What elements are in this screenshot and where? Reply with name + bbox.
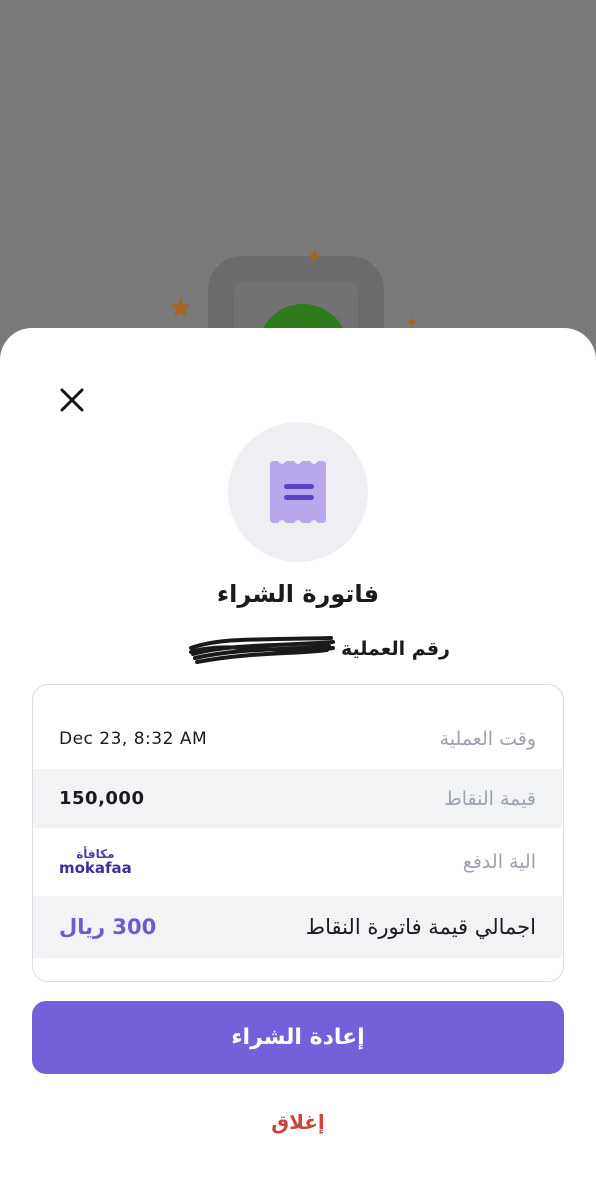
receipt-icon-container (228, 422, 368, 562)
close-link-label: إغلاق (271, 1110, 325, 1134)
page-title: فاتورة الشراء (216, 580, 380, 608)
repurchase-button[interactable]: إعادة الشراء (32, 1001, 564, 1074)
receipt-icon (270, 461, 326, 523)
sparkle-icon: ★ (168, 291, 194, 324)
sparkle-icon: ✦ (306, 244, 323, 268)
detail-row-payment: مكافأة mokafaa الية الدفع (33, 828, 562, 896)
detail-row-total: 300 ريال اجمالي قيمة فاتورة النقاط (33, 896, 562, 958)
close-button[interactable] (52, 380, 92, 420)
total-value: 300 ريال (59, 915, 157, 939)
points-value: 150,000 (59, 788, 145, 809)
points-label: قيمة النقاط (444, 787, 536, 810)
transaction-number-label: رقم العملية (340, 638, 450, 660)
mokafaa-logo: مكافأة mokafaa (59, 848, 132, 876)
close-link-button[interactable]: إغلاق (0, 1110, 596, 1134)
detail-row-points: 150,000 قيمة النقاط (33, 769, 562, 828)
payment-method-label: الية الدفع (462, 851, 536, 873)
transaction-details-card: Dec 23, 8:32 AM وقت العملية 150,000 قيمة… (32, 684, 564, 982)
time-value: Dec 23, 8:32 AM (59, 729, 208, 749)
time-label: وقت العملية (439, 728, 536, 750)
mokafaa-logo-latin: mokafaa (59, 859, 132, 877)
transaction-number-row: رقم العملية (150, 632, 450, 666)
repurchase-button-label: إعادة الشراء (231, 1025, 365, 1050)
redacted-scribble (188, 636, 335, 664)
detail-row-time: Dec 23, 8:32 AM وقت العملية (33, 709, 562, 769)
close-icon (60, 388, 84, 412)
total-label: اجمالي قيمة فاتورة النقاط (305, 915, 536, 939)
